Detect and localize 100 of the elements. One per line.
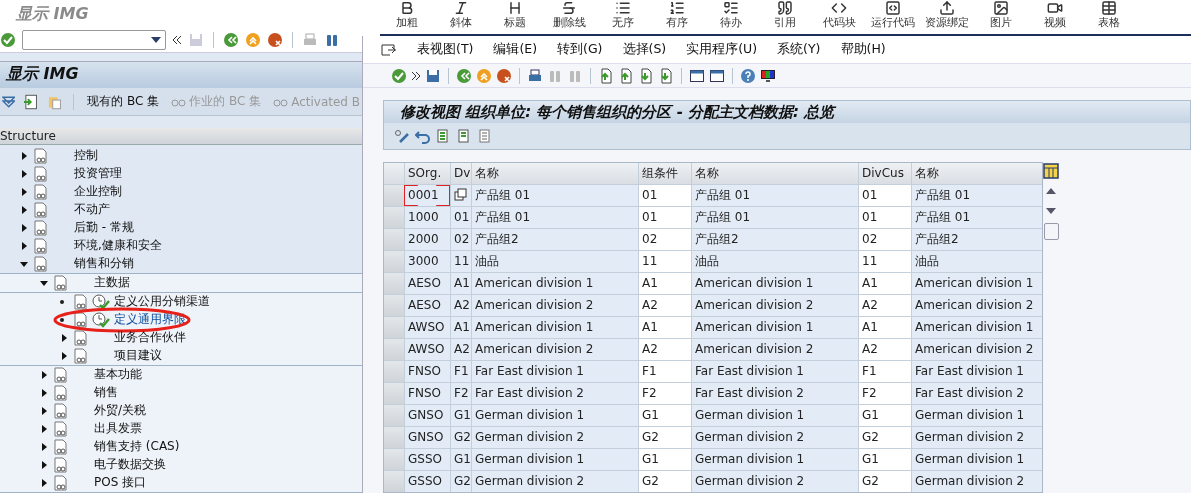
toolbar-button[interactable]: 现有的 BC 集	[85, 93, 162, 111]
back-icon[interactable]	[456, 67, 472, 84]
tree-item[interactable]: 出具发票	[94, 420, 142, 438]
table-cell[interactable]: 01	[859, 185, 911, 206]
collapse-icon[interactable]	[20, 260, 28, 268]
expand-icon[interactable]	[20, 224, 28, 232]
editor-toolbar-button[interactable]: 加粗	[380, 0, 434, 29]
tree-item[interactable]: 项目建议	[114, 347, 162, 365]
editor-toolbar-button[interactable]: 资源绑定	[920, 0, 974, 29]
expand-icon[interactable]	[20, 152, 28, 160]
tree-item[interactable]: 企业控制	[74, 183, 122, 201]
expand-icon[interactable]	[40, 443, 48, 451]
clock-check-icon[interactable]	[92, 294, 110, 310]
table-cell[interactable]: 01	[859, 207, 911, 228]
filter-icon[interactable]	[2, 95, 16, 108]
tree-item[interactable]: 销售和分销	[74, 255, 134, 273]
tree-item[interactable]: 不动产	[74, 201, 110, 219]
display-change-icon[interactable]	[394, 128, 410, 145]
command-field[interactable]	[22, 30, 166, 51]
table-cell[interactable]: A2	[859, 295, 911, 316]
tree-item[interactable]: 基本功能	[94, 366, 142, 384]
menu-icon[interactable]	[381, 42, 397, 57]
table-cell[interactable]: G1	[859, 449, 911, 470]
next-page-icon[interactable]	[638, 67, 654, 84]
tree-item[interactable]: 后勤 - 常规	[74, 219, 134, 237]
tree-item[interactable]: 控制	[74, 147, 98, 165]
check-icon[interactable]	[0, 32, 16, 49]
expand-icon[interactable]	[20, 206, 28, 214]
editor-toolbar-button[interactable]: 有序	[650, 0, 704, 29]
table-cell[interactable]: G2	[859, 427, 911, 448]
table-cell[interactable]: 02	[639, 229, 691, 250]
table-cell[interactable]: A2	[859, 339, 911, 360]
expand-icon[interactable]	[40, 461, 48, 469]
tree-item[interactable]: 环境,健康和安全	[74, 237, 162, 255]
table-cell[interactable]: A1	[639, 317, 691, 338]
editor-toolbar-button[interactable]: 图片	[974, 0, 1028, 29]
expand-icon[interactable]	[20, 188, 28, 196]
table-cell[interactable]: F2	[859, 383, 911, 404]
check-icon[interactable]	[391, 67, 407, 84]
table-cell[interactable]: A1	[859, 273, 911, 294]
table-cell[interactable]: 02	[859, 229, 911, 250]
undo-icon[interactable]	[415, 128, 431, 145]
expand-icon[interactable]	[60, 352, 68, 360]
table-cell[interactable]: A2	[639, 339, 691, 360]
editor-toolbar-button[interactable]: 无序	[596, 0, 650, 29]
table-cell[interactable]: A1	[859, 317, 911, 338]
monitor-icon[interactable]	[760, 67, 776, 84]
menu-item[interactable]: 系统(Y)	[777, 41, 821, 59]
menu-item[interactable]: 表视图(T)	[417, 41, 474, 59]
table-cell[interactable]: 11	[859, 251, 911, 272]
save-icon[interactable]	[425, 67, 441, 84]
expand-icon[interactable]	[40, 389, 48, 397]
double-chevron-icon[interactable]	[172, 35, 182, 46]
editor-toolbar-button[interactable]: 视频	[1028, 0, 1082, 29]
editor-toolbar-button[interactable]: 删除线	[542, 0, 596, 29]
expand-icon[interactable]	[60, 334, 68, 342]
tree-item[interactable]: 外贸/关税	[94, 402, 147, 420]
cancel-icon[interactable]	[267, 32, 283, 49]
dropdown-icon[interactable]	[151, 37, 161, 44]
scroll-down-icon[interactable]	[1046, 208, 1056, 214]
table-cell[interactable]: G1	[639, 405, 691, 426]
table-cell[interactable]: G2	[859, 471, 911, 492]
previous-page-icon[interactable]	[618, 67, 634, 84]
expand-icon[interactable]	[20, 170, 28, 178]
tree-item[interactable]: 主数据	[94, 274, 130, 292]
menu-item[interactable]: 实用程序(U)	[686, 41, 758, 59]
expand-icon[interactable]	[40, 371, 48, 379]
table-cell[interactable]: G1	[859, 405, 911, 426]
column-settings-icon[interactable]	[1043, 163, 1059, 179]
editor-toolbar-button[interactable]: 待办	[704, 0, 758, 29]
new-window-icon[interactable]	[689, 67, 705, 84]
editor-toolbar-button[interactable]: 代码块	[812, 0, 866, 29]
tree-item[interactable]: POS 接口	[94, 474, 147, 492]
help-icon[interactable]	[740, 67, 756, 84]
table-cell[interactable]: F1	[859, 361, 911, 382]
tree-item[interactable]: 定义公用分销渠道	[114, 293, 210, 311]
back-icon[interactable]	[223, 32, 239, 49]
print-icon[interactable]	[527, 67, 543, 84]
tree-item[interactable]: 电子数据交换	[94, 456, 166, 474]
exit-icon[interactable]	[245, 32, 261, 49]
table-cell[interactable]: A2	[639, 295, 691, 316]
editor-toolbar-button[interactable]: 引用	[758, 0, 812, 29]
last-page-icon[interactable]	[658, 67, 674, 84]
menu-item[interactable]: 编辑(E)	[493, 41, 538, 59]
table-cell[interactable]: 01	[639, 185, 691, 206]
clock-check-icon[interactable]	[92, 312, 110, 328]
tree-item[interactable]: 业务合作伙伴	[114, 329, 186, 347]
table-cell[interactable]: 11	[639, 251, 691, 272]
table-cell[interactable]: G2	[639, 427, 691, 448]
expand-icon[interactable]	[20, 242, 28, 250]
scroll-thumb[interactable]	[1043, 223, 1059, 240]
import-icon[interactable]	[23, 93, 39, 110]
table-cell[interactable]: F2	[639, 383, 691, 404]
first-page-icon[interactable]	[598, 67, 614, 84]
table-cell[interactable]: F1	[639, 361, 691, 382]
tree-item[interactable]: 销售	[94, 384, 118, 402]
shortcut-window-icon[interactable]	[709, 67, 725, 84]
exit-icon[interactable]	[476, 67, 492, 84]
collapse-icon[interactable]	[40, 279, 48, 287]
double-chevron-icon[interactable]	[411, 70, 421, 81]
